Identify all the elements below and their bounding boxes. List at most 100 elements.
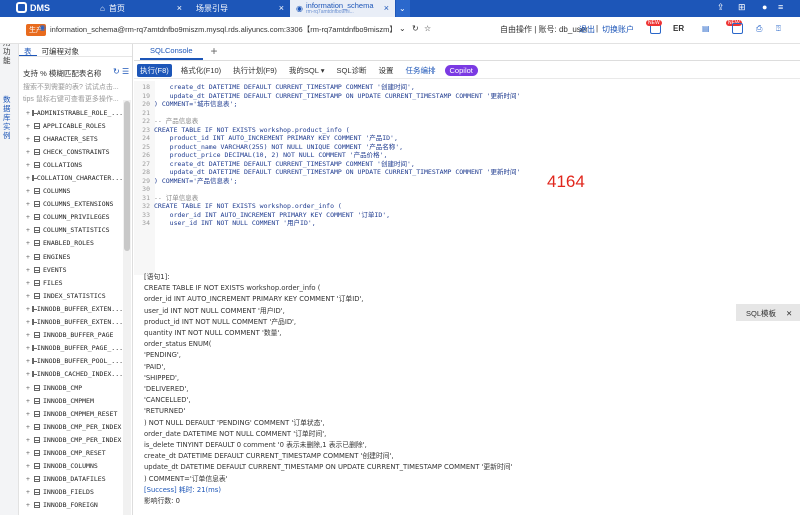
tab-sqlconsole[interactable]: SQLConsole xyxy=(140,46,203,60)
expand-icon[interactable]: + xyxy=(26,501,32,509)
table-tree-item[interactable]: + COLLATIONS xyxy=(19,158,123,171)
code-line[interactable]: 28 update_dt DATETIME DEFAULT CURRENT_TI… xyxy=(134,168,794,177)
tab-dropdown-button[interactable]: ⌄ xyxy=(396,0,410,17)
table-tree-item[interactable]: + CHECK_CONSTRAINTS xyxy=(19,145,123,158)
expand-icon[interactable]: + xyxy=(26,462,32,470)
expand-icon[interactable]: + xyxy=(26,318,30,326)
table-tree-item[interactable]: + FILES xyxy=(19,276,123,289)
expand-icon[interactable]: + xyxy=(26,449,32,457)
code-line[interactable]: 18 create_dt DATETIME DEFAULT CURRENT_TI… xyxy=(134,83,794,92)
expand-icon[interactable]: + xyxy=(26,357,30,365)
chart-icon[interactable]: ▤ xyxy=(702,24,710,33)
expand-icon[interactable]: + xyxy=(26,397,32,405)
expand-icon[interactable]: + xyxy=(26,370,30,378)
code-line[interactable]: 19 update_dt DATETIME DEFAULT CURRENT_TI… xyxy=(134,92,794,101)
table-tree-item[interactable]: + CHARACTER_SETS xyxy=(19,132,123,145)
close-icon[interactable]: × xyxy=(177,3,182,13)
db-instances-link[interactable]: 数据库实例 xyxy=(3,95,11,140)
code-line[interactable]: 21 xyxy=(134,109,794,118)
table-tree-item[interactable]: + EVENTS xyxy=(19,263,123,276)
table-tree-item[interactable]: + INNODB_BUFFER_POOL_... xyxy=(19,355,123,368)
my-sql-dropdown[interactable]: 我的SQL ▾ xyxy=(286,64,328,77)
switch-account-link[interactable]: 切换账户 xyxy=(602,24,634,35)
close-icon[interactable]: × xyxy=(384,3,389,13)
add-tab-button[interactable]: + xyxy=(203,44,226,60)
sql-editor[interactable]: 18 create_dt DATETIME DEFAULT CURRENT_TI… xyxy=(134,81,800,275)
table-tree-item[interactable]: + APPLICABLE_ROLES xyxy=(19,119,123,132)
code-line[interactable]: 29) COMMENT='产品信息表'; xyxy=(134,177,794,186)
expand-icon[interactable]: + xyxy=(26,436,32,444)
code-line[interactable]: 23 CREATE TABLE IF NOT EXISTS workshop.pr… xyxy=(134,126,794,135)
table-tree-item[interactable]: + INNODB_BUFFER_PAGE xyxy=(19,329,123,342)
code-line[interactable]: 20) COMMENT='城市信息表'; xyxy=(134,100,794,109)
table-tree-item[interactable]: + INNODB_DATAFILES xyxy=(19,473,123,486)
code-line[interactable]: 25 product_name VARCHAR(255) NOT NULL UN… xyxy=(134,143,794,152)
table-tree-item[interactable]: + INNODB_CMP_RESET xyxy=(19,446,123,459)
table-tree-item[interactable]: + COLUMN_PRIVILEGES xyxy=(19,211,123,224)
expand-icon[interactable]: + xyxy=(26,488,32,496)
tab-tables[interactable]: 表 xyxy=(19,44,37,56)
expand-icon[interactable]: + xyxy=(26,109,30,117)
code-line[interactable]: 24 product_id INT AUTO_INCREMENT PRIMARY… xyxy=(134,134,794,143)
expand-icon[interactable]: + xyxy=(26,384,32,392)
table-tree-item[interactable]: + ADMINISTRABLE_ROLE_... xyxy=(19,106,123,119)
expand-icon[interactable]: + xyxy=(26,410,32,418)
expand-icon[interactable]: + xyxy=(26,122,32,130)
task-orchestration-button[interactable]: 任务编排 xyxy=(403,64,439,77)
expand-icon[interactable]: + xyxy=(26,239,32,247)
table-tree-item[interactable]: + ENABLED_ROLES xyxy=(19,237,123,250)
tab-home[interactable]: ⌂ 首页 × xyxy=(92,0,188,17)
code-line[interactable]: 26 product_price DECIMAL(10, 2) NOT NULL… xyxy=(134,151,794,160)
table-tree-item[interactable]: + INDEX_STATISTICS xyxy=(19,289,123,302)
star-icon[interactable]: ☆ xyxy=(424,24,431,33)
logout-link[interactable]: 退出 xyxy=(579,24,595,35)
code-line[interactable]: 27 create_dt DATETIME DEFAULT CURRENT_TI… xyxy=(134,160,794,169)
close-icon[interactable]: × xyxy=(279,3,284,13)
expand-icon[interactable]: + xyxy=(26,266,32,274)
list-icon[interactable]: ☰ xyxy=(122,67,129,76)
expand-icon[interactable]: + xyxy=(26,331,32,339)
sidebar-scrollbar[interactable] xyxy=(123,100,131,515)
settings-button[interactable]: 设置 xyxy=(376,64,397,77)
code-line[interactable]: 32 CREATE TABLE IF NOT EXISTS workshop.or… xyxy=(134,202,794,211)
code-line[interactable]: 34 user_id INT NOT NULL COMMENT '用户ID', xyxy=(134,219,794,228)
expand-icon[interactable]: + xyxy=(26,344,30,352)
code-line[interactable]: 30 xyxy=(134,185,794,194)
tab-guide[interactable]: 场景引导 × xyxy=(188,0,290,17)
sql-template-button[interactable]: SQL模板 ✕ xyxy=(736,304,800,321)
er-button[interactable]: ER xyxy=(673,24,684,33)
tab-information-schema[interactable]: ◉ information_schema rm-rq7amtdnfbo9mi...… xyxy=(290,0,395,17)
expand-icon[interactable]: + xyxy=(26,226,32,234)
expand-icon[interactable]: + xyxy=(26,423,32,431)
expand-icon[interactable]: + xyxy=(26,279,32,287)
upload-icon[interactable]: ⇪ xyxy=(717,2,725,13)
expand-icon[interactable]: + xyxy=(26,292,32,300)
expand-icon[interactable]: + xyxy=(26,253,32,261)
tab-programmable-objects[interactable]: 可编程对象 xyxy=(37,44,85,56)
connection-select[interactable]: information_schema@rm-rq7amtdnfbo9miszm.… xyxy=(50,24,398,35)
expand-icon[interactable]: + xyxy=(26,187,32,195)
table-tree-item[interactable]: + INNODB_COLUMNS xyxy=(19,460,123,473)
app-logo[interactable]: DMS xyxy=(16,2,50,13)
user-avatar-icon[interactable]: ● xyxy=(762,2,767,12)
refresh-icon[interactable]: ↻ xyxy=(412,24,419,33)
table-tree-item[interactable]: + INNODB_CMPMEM_RESET xyxy=(19,407,123,420)
copilot-button[interactable]: Copilot xyxy=(444,65,478,76)
table-tree-item[interactable]: + INNODB_CMP xyxy=(19,381,123,394)
table-tree-item[interactable]: + INNODB_BUFFER_EXTEN... xyxy=(19,302,123,315)
settings-icon[interactable] xyxy=(732,23,743,34)
table-filter-input[interactable]: 支持 % 模糊匹配表名称 xyxy=(23,68,101,79)
expand-icon[interactable]: + xyxy=(26,161,32,169)
table-tree-item[interactable]: + INNODB_CMPMEM xyxy=(19,394,123,407)
table-tree-item[interactable]: + INNODB_CMP_PER_INDEX xyxy=(19,433,123,446)
scroll-thumb[interactable] xyxy=(124,101,130,251)
expand-icon[interactable]: + xyxy=(26,213,32,221)
apps-icon[interactable]: ⊞ xyxy=(738,2,746,13)
table-tree-item[interactable]: + INNODB_FIELDS xyxy=(19,486,123,499)
expand-icon[interactable]: + xyxy=(26,148,32,156)
table-tree-item[interactable]: + INNODB_BUFFER_PAGE_... xyxy=(19,342,123,355)
explain-button[interactable]: 执行计划(F9) xyxy=(230,64,280,77)
chevron-down-icon[interactable]: ⌄ xyxy=(399,24,406,33)
table-tree-item[interactable]: + COLUMNS xyxy=(19,185,123,198)
expand-icon[interactable]: + xyxy=(26,135,32,143)
